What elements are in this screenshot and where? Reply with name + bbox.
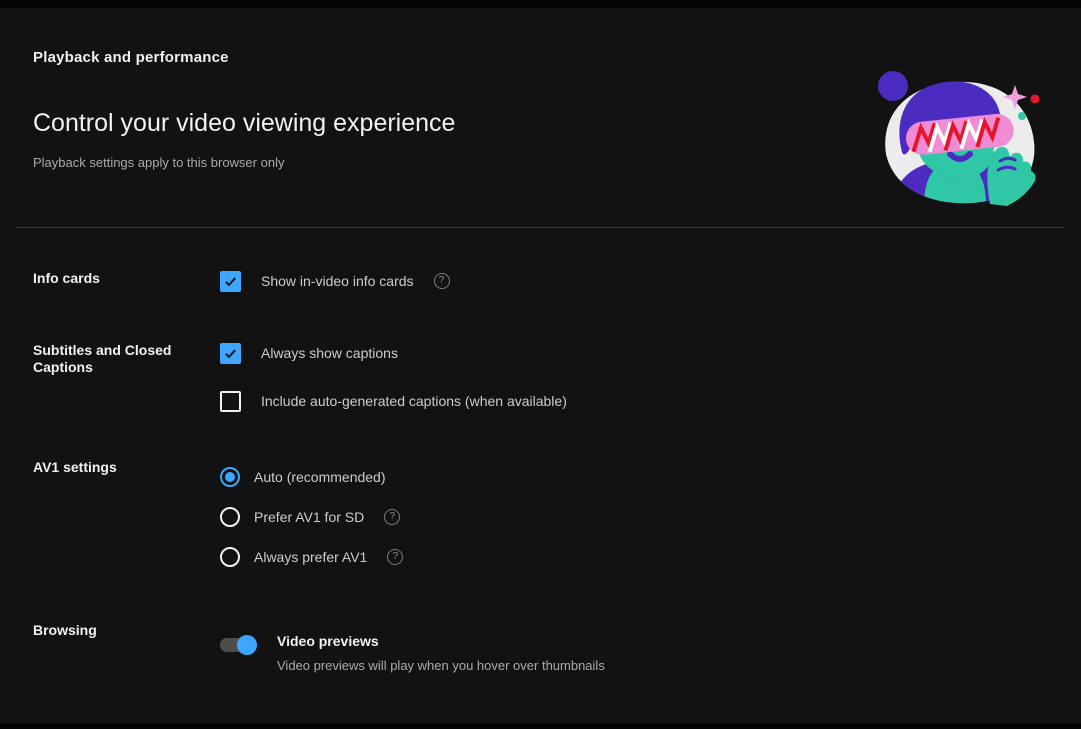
checkmark-icon bbox=[225, 276, 236, 286]
section-info-cards: Info cards Show in-video info cards ? bbox=[33, 270, 1048, 292]
section-subtitles: Subtitles and Closed Captions Always sho… bbox=[33, 342, 1048, 412]
option-label-always-show-captions[interactable]: Always show captions bbox=[261, 345, 398, 361]
option-row-av1-always: Always prefer AV1 ? bbox=[220, 547, 1048, 567]
option-label-av1-prefer-sd[interactable]: Prefer AV1 for SD bbox=[254, 509, 364, 525]
section-label-browsing: Browsing bbox=[33, 622, 97, 638]
section-label-info-cards: Info cards bbox=[33, 270, 100, 286]
section-browsing: Browsing Video previews Video previews w… bbox=[33, 622, 1048, 673]
option-row-av1-auto: Auto (recommended) bbox=[220, 467, 1048, 487]
video-previews-toggle[interactable] bbox=[220, 635, 257, 655]
page-title: Control your video viewing experience bbox=[33, 109, 456, 137]
section-label-subtitles: Subtitles and Closed Captions bbox=[33, 342, 172, 375]
option-row-video-previews: Video previews Video previews will play … bbox=[220, 622, 1048, 673]
settings-list: Info cards Show in-video info cards ? Su… bbox=[33, 270, 1048, 673]
radio-dot bbox=[225, 472, 235, 482]
help-icon[interactable]: ? bbox=[387, 549, 404, 565]
checkbox-always-show-captions[interactable] bbox=[220, 342, 241, 364]
playback-settings-page: Playback and performance Control your vi… bbox=[0, 0, 1081, 729]
option-row-av1-prefer-sd: Prefer AV1 for SD ? bbox=[220, 507, 1048, 527]
radio-av1-prefer-sd[interactable] bbox=[220, 507, 240, 527]
help-icon[interactable]: ? bbox=[384, 509, 401, 525]
option-row-auto-generated-captions: Include auto-generated captions (when av… bbox=[220, 390, 1048, 412]
section-av1-settings: AV1 settings Auto (recommended) Prefer A… bbox=[33, 459, 1048, 567]
playback-illustration-icon bbox=[872, 64, 1045, 208]
checkbox-auto-generated-captions[interactable] bbox=[220, 390, 241, 412]
page-subtitle: Playback settings apply to this browser … bbox=[33, 155, 285, 170]
option-label-show-info-cards[interactable]: Show in-video info cards bbox=[261, 273, 414, 289]
option-label-av1-auto[interactable]: Auto (recommended) bbox=[254, 469, 386, 485]
video-previews-title[interactable]: Video previews bbox=[277, 633, 605, 649]
section-divider bbox=[16, 227, 1065, 228]
option-row-show-info-cards: Show in-video info cards ? bbox=[220, 270, 1048, 292]
checkbox-show-info-cards[interactable] bbox=[220, 270, 241, 292]
option-label-auto-generated-captions[interactable]: Include auto-generated captions (when av… bbox=[261, 393, 567, 409]
radio-av1-always[interactable] bbox=[220, 547, 240, 567]
section-label-av1: AV1 settings bbox=[33, 459, 117, 475]
toggle-knob bbox=[237, 635, 257, 655]
option-label-av1-always[interactable]: Always prefer AV1 bbox=[254, 549, 367, 565]
help-icon[interactable]: ? bbox=[433, 273, 450, 289]
video-previews-description: Video previews will play when you hover … bbox=[277, 658, 605, 673]
option-row-always-show-captions: Always show captions bbox=[220, 342, 1048, 364]
settings-category-title: Playback and performance bbox=[33, 49, 229, 66]
checkmark-icon bbox=[225, 348, 236, 358]
radio-av1-auto[interactable] bbox=[220, 467, 240, 487]
